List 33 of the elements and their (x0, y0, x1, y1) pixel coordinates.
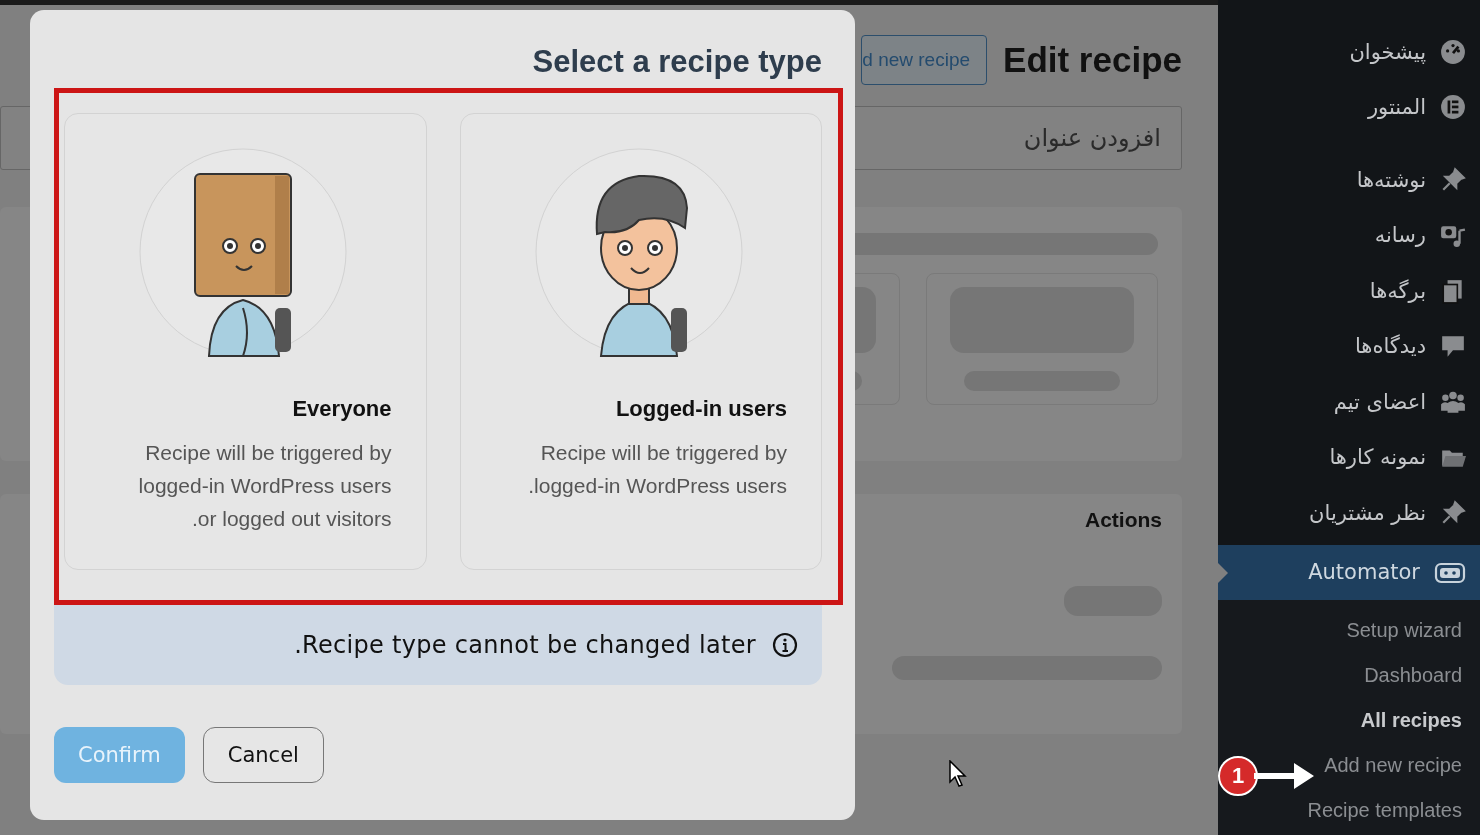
sidebar-item[interactable]: برگه‌ها (1218, 263, 1480, 319)
submenu-link[interactable]: Recipe templates (1307, 788, 1462, 833)
sidebar-item[interactable]: اعضای تیم (1218, 374, 1480, 430)
pin-icon (1440, 166, 1466, 193)
sidebar-item[interactable]: رسانه (1218, 207, 1480, 263)
panel-title: Actions (1085, 508, 1162, 532)
modal-title: Select a recipe type (531, 44, 822, 80)
sidebar-item[interactable]: دیدگاه‌ها (1218, 318, 1480, 374)
option-title: Everyone (292, 396, 392, 422)
submenu-link[interactable]: Setup wizard (1346, 608, 1462, 653)
sidebar-item[interactable]: المنتور (1218, 79, 1480, 135)
notice-text: .Recipe type cannot be changed later (294, 631, 756, 659)
option-description: Recipe will be triggered by .logged-in WordPress users (527, 440, 787, 499)
recipe-type-card[interactable]: Logged-in users Recipe will be triggered by .logged-in WordPress users (459, 113, 822, 570)
page-title: Edit recipe (1003, 40, 1182, 80)
elementor-logo-icon (1440, 94, 1466, 121)
cancel-button[interactable]: Cancel (202, 727, 324, 783)
submenu-link[interactable]: Dashboard (1364, 653, 1462, 698)
pointer-arrow-icon (1254, 761, 1314, 791)
submenu-link[interactable]: Add new recipe (1324, 743, 1462, 788)
sidebar-item[interactable]: Automator (1218, 544, 1480, 600)
sidebar-item[interactable]: پیشخوان (1218, 24, 1480, 80)
mouse-cursor-icon (948, 760, 968, 788)
pin-icon (1440, 499, 1466, 526)
dashboard-gauge-icon (1440, 38, 1466, 65)
sidebar-item[interactable]: نمونه کارها (1218, 429, 1480, 485)
recipe-type-card[interactable]: Everyone Recipe will be triggered by logged-in WordPress users .or logged out visitors (64, 113, 427, 570)
sidebar-item[interactable]: نوشته‌ها (1218, 152, 1480, 208)
option-title: Logged-in users (615, 396, 787, 422)
option-description: Recipe will be triggered by logged-in WordPress users .or logged out visitors (137, 440, 392, 532)
info-icon (772, 632, 798, 658)
submenu-link[interactable]: All recipes (1360, 698, 1462, 743)
sidebar-item[interactable]: نظر مشتریان (1218, 485, 1480, 541)
